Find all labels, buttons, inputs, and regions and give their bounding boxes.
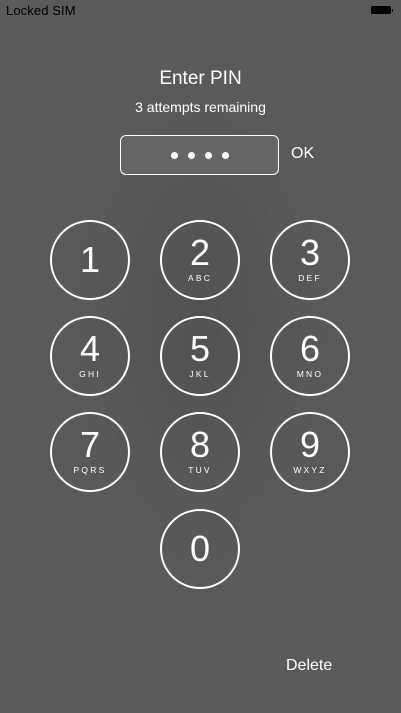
- key-digit: 7: [79, 424, 101, 465]
- key-letters: JKL: [189, 369, 211, 379]
- attempts-remaining-label: 3 attempts remaining: [135, 99, 266, 115]
- key-digit: 4: [79, 328, 101, 369]
- key-digit: 5: [189, 328, 211, 369]
- key-letters: PQRS: [73, 465, 107, 475]
- keypad-key-1[interactable]: 1: [50, 220, 130, 300]
- key-digit: 6: [299, 328, 321, 369]
- ok-button[interactable]: OK: [291, 145, 314, 163]
- key-letters: ABC: [187, 273, 213, 283]
- keypad-key-4[interactable]: 4 GHI: [50, 316, 130, 396]
- keypad-key-9[interactable]: 9 WXYZ: [270, 412, 350, 492]
- key-digit: 1: [79, 239, 101, 280]
- keypad-key-2[interactable]: 2 ABC: [160, 220, 240, 300]
- keypad-key-3[interactable]: 3 DEF: [270, 220, 350, 300]
- pin-dot: [187, 151, 195, 159]
- pin-dot: [221, 151, 229, 159]
- keypad-key-8[interactable]: 8 TUV: [160, 412, 240, 492]
- battery-icon: [371, 6, 393, 14]
- carrier-label: Locked SIM: [6, 3, 76, 18]
- key-digit: 8: [189, 424, 211, 465]
- pin-dots: [121, 136, 278, 174]
- key-letters: TUV: [188, 465, 212, 475]
- key-letters: WXYZ: [293, 465, 327, 475]
- keypad-key-6[interactable]: 6 MNO: [270, 316, 350, 396]
- key-letters: DEF: [298, 273, 322, 283]
- sim-unlock-screen: Locked SIM Enter PIN 3 attempts remainin…: [0, 0, 401, 713]
- pin-input[interactable]: [120, 135, 279, 175]
- keypad-key-0[interactable]: 0: [160, 509, 240, 589]
- pin-dot: [204, 151, 212, 159]
- key-letters: MNO: [296, 369, 324, 379]
- page-title: Enter PIN: [159, 68, 242, 89]
- delete-button[interactable]: Delete: [286, 657, 332, 675]
- key-digit: 0: [189, 528, 211, 569]
- key-letters: GHI: [79, 369, 101, 379]
- key-digit: 9: [299, 424, 321, 465]
- keypad-key-5[interactable]: 5 JKL: [160, 316, 240, 396]
- key-digit: 2: [189, 232, 211, 273]
- keypad-key-7[interactable]: 7 PQRS: [50, 412, 130, 492]
- status-bar: Locked SIM: [0, 0, 401, 22]
- key-digit: 3: [299, 232, 321, 273]
- pin-dot: [170, 151, 178, 159]
